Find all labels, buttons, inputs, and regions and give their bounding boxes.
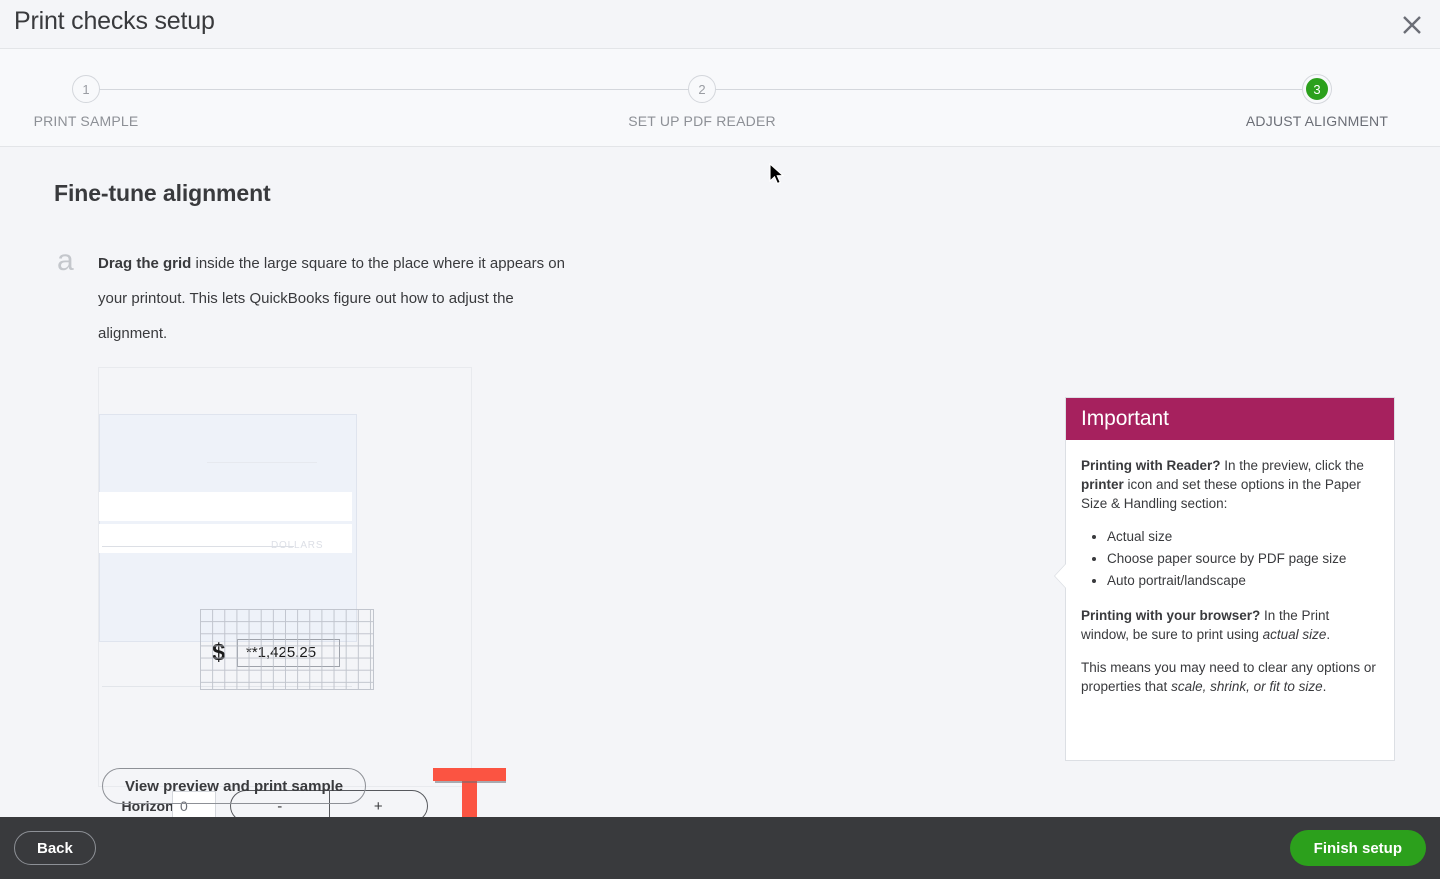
close-icon[interactable] bbox=[1392, 6, 1432, 44]
important-heading: Important bbox=[1066, 398, 1394, 440]
stepper-connector-2 bbox=[702, 89, 1317, 90]
check-dollars-label: DOLLARS bbox=[271, 540, 324, 551]
important-para-3: This means you may need to clear any opt… bbox=[1081, 658, 1379, 696]
important-bullet-list: Actual size Choose paper source by PDF p… bbox=[1081, 527, 1379, 590]
important-para-2-bold: Printing with your browser? bbox=[1081, 608, 1261, 623]
stepper-connector-1 bbox=[86, 89, 702, 90]
dialog-footer: Back Finish setup bbox=[0, 817, 1440, 879]
dialog-header: Print checks setup bbox=[0, 0, 1440, 49]
important-callout-panel: Important Printing with Reader? In the p… bbox=[1055, 397, 1395, 761]
stepper-step-2-label: SET UP PDF READER bbox=[628, 113, 776, 129]
dialog-title: Print checks setup bbox=[14, 7, 215, 35]
important-para-1: Printing with Reader? In the preview, cl… bbox=[1081, 456, 1379, 513]
view-preview-print-sample-button[interactable]: View preview and print sample bbox=[102, 768, 367, 804]
important-bullet-item: Actual size bbox=[1107, 527, 1379, 546]
important-para-1-bold2: printer bbox=[1081, 477, 1124, 492]
instruction-bold: Drag the grid bbox=[98, 255, 192, 272]
important-body: Printing with Reader? In the preview, cl… bbox=[1066, 440, 1394, 696]
stepper-step-3-label: ADJUST ALIGNMENT bbox=[1245, 113, 1389, 129]
check-faint-line bbox=[207, 462, 317, 463]
important-para-3-italic: scale, shrink, or fit to size bbox=[1171, 679, 1323, 694]
stepper-step-1-number[interactable]: 1 bbox=[72, 75, 100, 103]
stepper-step-3-number[interactable]: 3 bbox=[1303, 75, 1331, 103]
back-button[interactable]: Back bbox=[14, 831, 96, 865]
callout-arrow bbox=[1055, 563, 1067, 589]
step-letter-a: a bbox=[57, 244, 74, 277]
important-para-1-mid: In the preview, click the bbox=[1220, 458, 1364, 473]
important-para-3-end: . bbox=[1322, 679, 1327, 694]
alignment-grid-overlay[interactable] bbox=[200, 609, 374, 690]
important-para-1-bold: Printing with Reader? bbox=[1081, 458, 1221, 473]
check-row-payee bbox=[99, 492, 352, 521]
important-para-2: Printing with your browser? In the Print… bbox=[1081, 606, 1379, 644]
important-para-1-rest: icon and set these options in the Paper … bbox=[1081, 477, 1361, 511]
important-para-2-end: . bbox=[1326, 627, 1331, 642]
page-title: Fine-tune alignment bbox=[54, 180, 271, 206]
stepper-step-1-label: PRINT SAMPLE bbox=[33, 113, 139, 129]
important-bullet-item: Auto portrait/landscape bbox=[1107, 571, 1379, 590]
check-amount-underline bbox=[102, 546, 294, 547]
check-preview-area[interactable]: DOLLARS bbox=[98, 367, 472, 787]
wizard-stepper: 1 PRINT SAMPLE 2 SET UP PDF READER 3 ADJ… bbox=[0, 49, 1440, 147]
print-checks-setup-dialog: Print checks setup 1 PRINT SAMPLE 2 SET … bbox=[0, 0, 1440, 879]
instruction-text: Drag the grid inside the large square to… bbox=[98, 246, 568, 351]
important-para-2-italic: actual size bbox=[1262, 627, 1327, 642]
important-bullet-item: Choose paper source by PDF page size bbox=[1107, 549, 1379, 568]
main-content: Fine-tune alignment a Drag the grid insi… bbox=[0, 148, 1440, 879]
finish-setup-button[interactable]: Finish setup bbox=[1289, 830, 1426, 866]
stepper-step-2-number[interactable]: 2 bbox=[688, 75, 716, 103]
